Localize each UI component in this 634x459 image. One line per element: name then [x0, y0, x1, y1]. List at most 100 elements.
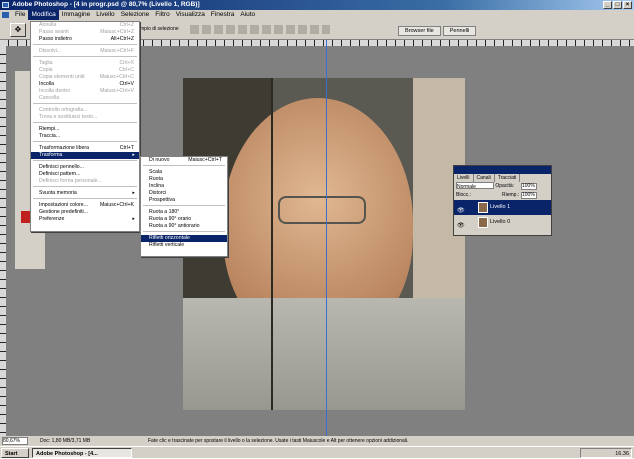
zoom-field[interactable]: 80,67%	[2, 437, 28, 445]
layers-titlebar[interactable]	[454, 166, 551, 174]
options-label: mpio di selezione	[140, 26, 179, 32]
menu-item[interactable]: Ruota	[141, 176, 227, 183]
menu-item[interactable]: Ruota a 90° antiorario	[141, 223, 227, 230]
opacity-input[interactable]: 100%	[521, 183, 537, 190]
menu-item: Taglia Ctrl+X	[31, 60, 139, 67]
menu-item: Passo avanti Maiusc+Ctrl+Z	[31, 29, 139, 36]
taskbar: Start Adobe Photoshop - [4... 16.36	[0, 446, 634, 458]
menu-item-label: Inclina	[149, 183, 164, 189]
menu-file[interactable]: File	[12, 10, 28, 20]
menu-item[interactable]: Incolla Ctrl+V	[31, 81, 139, 88]
minimize-button[interactable]: _	[603, 1, 612, 9]
menu-item: Cancella	[31, 95, 139, 102]
menu-item-label: Trasforma	[39, 152, 63, 158]
lock-row: Blocc.: Riemp.: 100%	[454, 191, 551, 200]
guide-line[interactable]	[326, 40, 327, 436]
menu-item[interactable]: Ruota a 90° orario	[141, 216, 227, 223]
menu-item[interactable]: Prospettiva	[141, 197, 227, 204]
menu-item[interactable]: Trasformazione libera Ctrl+T	[31, 145, 139, 152]
menu-item[interactable]: Inclina	[141, 183, 227, 190]
fill-input[interactable]: 100%	[521, 192, 537, 199]
menu-filtro[interactable]: Filtro	[152, 10, 172, 20]
menu-separator	[33, 186, 137, 189]
menu-item[interactable]: Svuota memoria ▸	[31, 190, 139, 197]
doc-size[interactable]: Doc: 1,80 MB/3,71 MB	[40, 436, 90, 446]
window-title: Adobe Photoshop - [4 in progr.psd @ 80,7…	[12, 1, 200, 8]
menu-item[interactable]: Rifletti verticale	[141, 242, 227, 249]
menu-separator	[33, 141, 137, 144]
menu-item-shortcut: Ctrl+X	[119, 60, 134, 66]
menu-separator	[33, 44, 137, 47]
menu-modifica[interactable]: Modifica	[28, 10, 59, 20]
vertical-ruler	[0, 46, 6, 436]
menu-item-label: Trova e sostituisci testo...	[39, 114, 98, 120]
menu-item[interactable]: Passo indietro Alt+Ctrl+Z	[31, 36, 139, 43]
menu-item-label: Impostazioni colore...	[39, 202, 89, 208]
menu-item-label: Definisci pattern...	[39, 171, 81, 177]
menu-item[interactable]: Definisci pennello...	[31, 164, 139, 171]
layer-name: Livello 0	[490, 219, 511, 225]
menu-item[interactable]: Distorci	[141, 190, 227, 197]
menu-item-shortcut: Maiusc+Ctrl+K	[99, 202, 134, 208]
layers-tabs: Livelli Canali Tracciati	[454, 174, 551, 182]
menu-item[interactable]: Di nuovo Maiusc+Ctrl+T	[141, 157, 227, 164]
menu-item: Controllo ortografia...	[31, 107, 139, 114]
menu-item-shortcut: Maiusc+Ctrl+C	[99, 74, 134, 80]
blend-mode-select[interactable]: Normale	[456, 182, 494, 190]
menu-separator	[33, 56, 137, 59]
tab-tracciati[interactable]: Tracciati	[495, 174, 521, 182]
maximize-button[interactable]: □	[613, 1, 622, 9]
menu-item[interactable]: Gestione predefiniti...	[31, 209, 139, 216]
menu-item[interactable]: Preferenze ▸	[31, 216, 139, 223]
menu-item[interactable]: Trasforma ▸	[31, 152, 139, 159]
fill-label: Riemp.:	[502, 192, 520, 198]
close-button[interactable]: ×	[623, 1, 632, 9]
transform-submenu: Di nuovo Maiusc+Ctrl+T Scala Ruota Inclina Di…	[140, 156, 228, 257]
eye-icon[interactable]: 👁	[457, 219, 465, 234]
start-button[interactable]: Start	[1, 448, 29, 458]
blend-row: Normale Opacità: 100%	[454, 182, 551, 191]
menu-item-label: Ruota a 180°	[149, 209, 180, 215]
menu-item[interactable]: Impostazioni colore... Maiusc+Ctrl+K	[31, 202, 139, 209]
menu-item-label: Gestione predefiniti...	[39, 209, 89, 215]
menu-item-shortcut: Ctrl+V	[119, 81, 134, 87]
move-tool-icon[interactable]: ✥	[10, 23, 26, 37]
menu-item-shortcut: Maiusc+Ctrl+F	[100, 48, 134, 54]
menu-item[interactable]: Traccia...	[31, 133, 139, 140]
layer-row[interactable]: 👁 Livello 0	[454, 215, 551, 230]
menu-livello[interactable]: Livello	[93, 10, 117, 20]
menu-item-label: Copia elementi uniti	[39, 74, 85, 80]
menu-separator	[143, 205, 225, 208]
lock-label: Blocc.:	[456, 192, 472, 198]
menu-item[interactable]: Definisci pattern...	[31, 171, 139, 178]
tab-canali[interactable]: Canali	[474, 174, 495, 182]
menu-finestra[interactable]: Finestra	[208, 10, 237, 20]
tab-pennelli[interactable]: Pennelli	[442, 26, 477, 36]
menu-item-shortcut: Ctrl+Z	[119, 22, 134, 28]
edit-menu: Annulla Ctrl+Z Passo avanti Maiusc+Ctrl+Z Pa…	[30, 21, 140, 232]
opacity-label: Opacità:	[495, 183, 515, 189]
menu-item[interactable]: Scala	[141, 169, 227, 176]
menu-aiuto[interactable]: Aiuto	[237, 10, 258, 20]
tab-browser-file[interactable]: Browser file	[398, 26, 441, 36]
menu-visualizza[interactable]: Visualizza	[173, 10, 208, 20]
menu-separator	[33, 198, 137, 201]
menu-item: Definisci forma personale...	[31, 178, 139, 185]
menu-item-label: Cancella	[39, 95, 60, 101]
menu-item-label: Copia	[39, 67, 53, 73]
menu-immagine[interactable]: Immagine	[59, 10, 94, 20]
taskbar-photoshop[interactable]: Adobe Photoshop - [4...	[32, 448, 132, 458]
align-buttons[interactable]	[190, 25, 330, 34]
tab-livelli[interactable]: Livelli	[454, 174, 474, 182]
menu-item-label: Definisci pennello...	[39, 164, 84, 170]
clock: 16.36	[580, 448, 632, 458]
app-menu-icon[interactable]	[2, 12, 9, 18]
menu-item[interactable]: Riempi...	[31, 126, 139, 133]
menu-item-label: Incolla	[39, 81, 54, 87]
chevron-right-icon: ▸	[132, 216, 135, 222]
menu-item-shortcut: Alt+Ctrl+Z	[110, 36, 134, 42]
menu-selezione[interactable]: Selezione	[118, 10, 153, 20]
menu-item[interactable]: Ruota a 180°	[141, 209, 227, 216]
layer-row[interactable]: 👁 Livello 1	[454, 200, 551, 215]
menu-item[interactable]: Rifletti orizzontale	[141, 235, 227, 242]
